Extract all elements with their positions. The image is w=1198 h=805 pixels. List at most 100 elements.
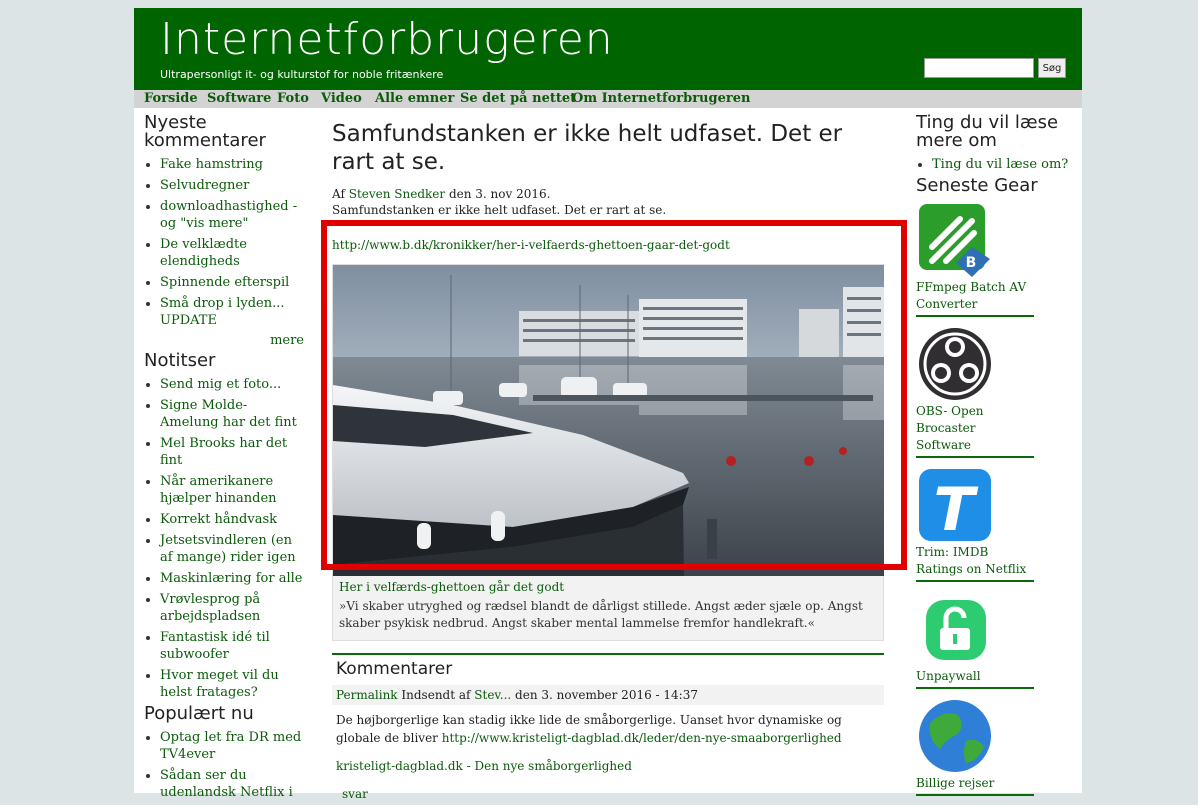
note-link[interactable]: Korrekt håndvask xyxy=(160,512,277,527)
list-item: Sådan ser du udenlandsk Netflix i xyxy=(160,767,304,801)
comment-meta-mid: Indsendt af xyxy=(397,688,475,702)
nav-om[interactable]: Om Internetforbrugeren xyxy=(572,90,750,107)
gear-item-ffmpeg[interactable]: B FFmpeg Batch AV Converter xyxy=(916,201,1034,317)
read-more-link[interactable]: Ting du vil læse om? xyxy=(932,157,1068,172)
author-link[interactable]: Steven Snedker xyxy=(349,187,445,201)
globe-icon xyxy=(919,700,991,772)
more-link[interactable]: mere xyxy=(270,333,304,348)
popular-link[interactable]: Optag let fra DR med TV4ever xyxy=(160,730,301,762)
meta-prefix: Af xyxy=(332,187,349,201)
gear-label[interactable]: Unpaywall xyxy=(916,668,1034,687)
note-link[interactable]: Når amerikanere hjælper hinanden xyxy=(160,474,277,506)
popular-link[interactable]: Sådan ser du udenlandsk Netflix i xyxy=(160,768,293,800)
list-item: Maskinlæring for alle xyxy=(160,570,304,587)
list-item: Hvor meget vil du helst fratages? xyxy=(160,667,304,701)
gear-label[interactable]: Billige rejser xyxy=(916,775,1034,794)
link-preview-card[interactable]: Her i velfærds-ghettoen går det godt »Vi… xyxy=(332,264,884,641)
svg-text:T: T xyxy=(934,475,979,544)
list-item: Signe Molde-Amelung har det fint xyxy=(160,397,304,431)
comment-link[interactable]: Spinnende efterspil xyxy=(160,275,289,290)
comment-article-link[interactable]: kristeligt-dagblad.dk - Den nye småborge… xyxy=(336,759,632,773)
gear-item-trim[interactable]: T Trim: IMDB Ratings on Netflix xyxy=(916,466,1034,582)
gear-label[interactable]: Trim: IMDB Ratings on Netflix xyxy=(916,544,1034,580)
comment-meta: Permalink Indsendt af Stev... den 3. nov… xyxy=(332,685,884,705)
comments-heading: Kommentarer xyxy=(336,659,453,679)
unpaywall-icon xyxy=(926,600,986,660)
newest-comments-heading: Nyeste kommentarer xyxy=(144,112,266,151)
gear-label[interactable]: FFmpeg Batch AV Converter xyxy=(916,279,1034,315)
comment-link[interactable]: Fake hamstring xyxy=(160,157,263,172)
gear-label[interactable]: OBS- Open Brocaster Software xyxy=(916,403,1034,456)
note-link[interactable]: Fantastisk idé til subwoofer xyxy=(160,630,270,662)
list-item: Vrøvlesprog på arbejdspladsen xyxy=(160,591,304,625)
nav-alle-emner[interactable]: Alle emner xyxy=(375,90,454,107)
gear-heading: Seneste Gear xyxy=(916,175,1038,196)
gear-item-rejser[interactable]: Billige rejser xyxy=(916,697,1034,796)
comment-link[interactable]: Små drop i lyden... UPDATE xyxy=(160,296,285,328)
list-item: Optag let fra DR med TV4ever xyxy=(160,729,304,763)
list-item: Når amerikanere hjælper hinanden xyxy=(160,473,304,507)
list-item: Fake hamstring xyxy=(160,156,304,173)
note-link[interactable]: Send mig et foto... xyxy=(160,377,281,392)
read-more-heading: Ting du vil læse mere om xyxy=(916,112,1059,151)
note-link[interactable]: Signe Molde-Amelung har det fint xyxy=(160,398,297,430)
list-item: Spinnende efterspil xyxy=(160,274,304,291)
nav-forside[interactable]: Forside xyxy=(144,90,198,107)
popular-list: Optag let fra DR med TV4ever Sådan ser d… xyxy=(144,729,304,801)
site-subtitle: Ultrapersonligt it- og kulturstof for no… xyxy=(160,68,444,81)
permalink-link[interactable]: Permalink xyxy=(336,688,398,702)
list-item: Mel Brooks har det fint xyxy=(160,435,304,469)
obs-icon xyxy=(919,328,991,400)
card-title-link[interactable]: Her i velfærds-ghettoen går det godt xyxy=(339,580,564,594)
popular-heading: Populært nu xyxy=(144,703,254,724)
notes-list: Send mig et foto... Signe Molde-Amelung … xyxy=(144,376,304,701)
gear-item-unpaywall[interactable]: Unpaywall xyxy=(916,590,1034,689)
comment-link[interactable]: downloadhastighed - og "vis mere" xyxy=(160,199,297,231)
trim-icon: T xyxy=(919,469,991,544)
main-nav: Forside Software Foto Video Alle emner S… xyxy=(134,90,1082,108)
nav-foto[interactable]: Foto xyxy=(277,90,309,107)
nav-video[interactable]: Video xyxy=(321,90,362,107)
read-more-list: Ting du vil læse om? xyxy=(916,156,1076,173)
list-item: Fantastisk idé til subwoofer xyxy=(160,629,304,663)
post-meta: Af Steven Snedker den 3. nov 2016. xyxy=(332,186,884,202)
post-title: Samfundstanken er ikke helt udfaset. Det… xyxy=(332,121,843,175)
nav-software[interactable]: Software xyxy=(207,90,271,107)
article-url-link[interactable]: http://www.b.dk/kronikker/her-i-velfaerd… xyxy=(332,238,730,252)
note-link[interactable]: Maskinlæring for alle xyxy=(160,571,302,586)
list-item: Ting du vil læse om? xyxy=(932,156,1076,173)
comment-date: den 3. november 2016 - 14:37 xyxy=(511,688,698,702)
left-sidebar: Nyeste kommentarer Fake hamstring Selvud… xyxy=(144,114,304,805)
note-link[interactable]: Vrøvlesprog på arbejdspladsen xyxy=(160,592,260,624)
comment-link[interactable]: De velklædte elendigheds xyxy=(160,237,247,269)
list-item: Jetsetsvindleren (en af mange) rider ige… xyxy=(160,532,304,566)
list-item: Små drop i lyden... UPDATE xyxy=(160,295,304,329)
comment-url-link[interactable]: http://www.kristeligt-dagblad.dk/leder/d… xyxy=(442,731,842,745)
list-item: downloadhastighed - og "vis mere" xyxy=(160,198,304,232)
note-link[interactable]: Jetsetsvindleren (en af mange) rider ige… xyxy=(160,533,296,565)
search-input[interactable] xyxy=(924,58,1034,78)
reply-link[interactable]: svar xyxy=(342,787,368,801)
search-button[interactable]: Søg xyxy=(1038,58,1066,78)
right-sidebar: Ting du vil læse mere om Ting du vil læs… xyxy=(916,114,1076,804)
list-item: Send mig et foto... xyxy=(160,376,304,393)
marina-image xyxy=(333,265,884,576)
site-title-link[interactable]: Internetforbrugeren xyxy=(160,14,614,66)
comment-author-link[interactable]: Stev... xyxy=(474,688,511,702)
comment-link[interactable]: Selvudregner xyxy=(160,178,249,193)
marina-photo[interactable] xyxy=(333,265,884,576)
comment-body: De højborgerlige kan stadig ikke lide de… xyxy=(332,705,884,747)
note-link[interactable]: Mel Brooks har det fint xyxy=(160,436,287,468)
ffmpeg-batch-icon: B xyxy=(919,204,990,277)
gear-item-obs[interactable]: OBS- Open Brocaster Software xyxy=(916,325,1034,458)
list-item: Korrekt håndvask xyxy=(160,511,304,528)
post-summary: Samfundstanken er ikke helt udfaset. Det… xyxy=(332,203,667,217)
site-header: Internetforbrugeren Ultrapersonligt it- … xyxy=(134,8,1082,90)
card-quote: »Vi skaber utryghed og rædsel blandt de … xyxy=(339,599,863,630)
comments-section: Kommentarer Permalink Indsendt af Stev..… xyxy=(332,653,884,801)
note-link[interactable]: Hvor meget vil du helst fratages? xyxy=(160,668,279,700)
nav-se-det-paa-nettet[interactable]: Se det på nettet xyxy=(460,90,576,107)
meta-date: den 3. nov 2016. xyxy=(445,187,551,201)
main-content: Samfundstanken er ikke helt udfaset. Det… xyxy=(332,114,884,801)
notes-heading: Notitser xyxy=(144,350,216,371)
